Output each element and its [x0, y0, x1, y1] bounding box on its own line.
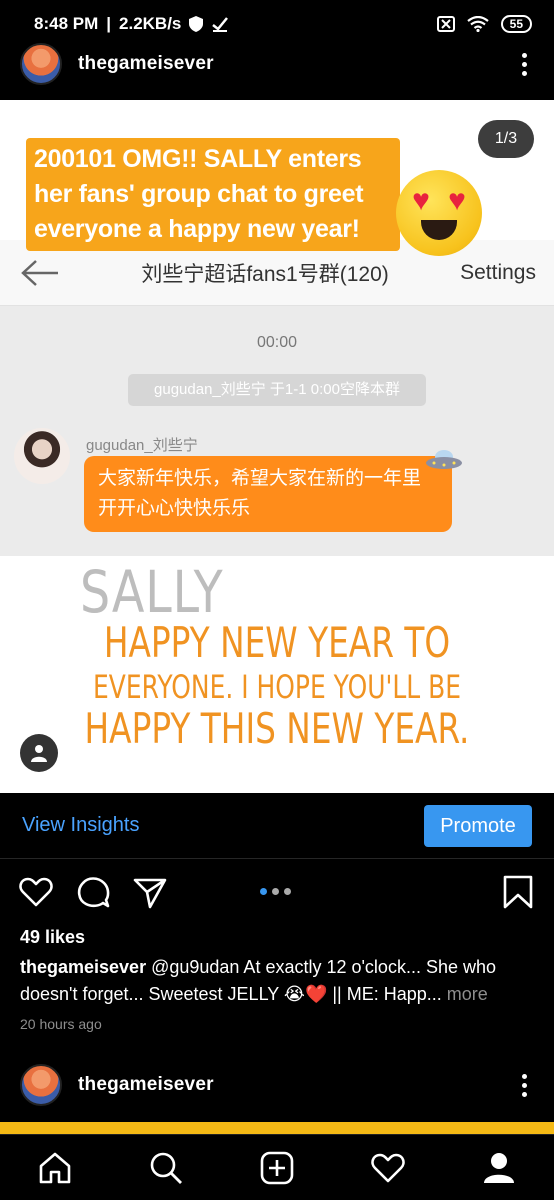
translation-line-2: EVERYONE. I HOPE YOU'LL BE [93, 668, 461, 706]
sender-avatar [14, 428, 70, 484]
tag-user-icon[interactable] [20, 734, 58, 772]
nav-search[interactable] [144, 1146, 188, 1190]
bookmark-icon[interactable] [500, 874, 536, 910]
caption-username[interactable]: thegameisever [20, 957, 146, 977]
profile-icon [483, 1152, 514, 1183]
wifi-icon [466, 16, 489, 32]
carousel-dot [284, 888, 291, 895]
next-post-username[interactable]: thegameisever [78, 1074, 214, 1096]
check-icon [212, 17, 229, 32]
nav-profile[interactable] [477, 1146, 521, 1190]
add-icon [260, 1151, 294, 1184]
promote-button[interactable]: Promote [424, 804, 532, 847]
carousel-dot [272, 888, 279, 895]
caption-more-link[interactable]: more [442, 984, 488, 1004]
avatar[interactable] [20, 43, 62, 85]
bottom-nav [0, 1134, 554, 1200]
image-caption-overlay: 200101 OMG!! SALLY enters her fans' grou… [26, 138, 400, 251]
post-caption: thegameisever @gu9udan At exactly 12 o'c… [20, 954, 540, 1008]
view-insights-link[interactable]: View Insights [22, 814, 139, 837]
activity-icon [371, 1153, 405, 1182]
network-speed: 2.2KB/s [119, 14, 182, 33]
likes-count[interactable]: 49 likes [20, 927, 85, 948]
nav-activity[interactable] [366, 1146, 410, 1190]
post-actions [0, 870, 554, 916]
nav-home[interactable] [33, 1146, 77, 1190]
comment-icon[interactable] [76, 874, 112, 910]
chat-title: 刘些宁超话fans1号群(120) [141, 262, 389, 286]
home-icon [40, 1152, 71, 1183]
message-bubble: 大家新年快乐，希望大家在新的一年里开开心心快快乐乐 [84, 456, 452, 532]
status-time: 8:48 PM [34, 14, 99, 33]
next-post-image[interactable] [0, 1122, 554, 1134]
more-options-icon[interactable] [514, 1073, 534, 1097]
carousel-dot [260, 888, 267, 895]
page-counter: 1/3 [478, 120, 534, 158]
avatar[interactable] [20, 1064, 62, 1106]
chat-area: 00:00 gugudan_刘些宁 于1-1 0:00空降本群 gugudan_… [0, 306, 554, 556]
translation-name: SALLY [80, 558, 224, 626]
ufo-emoji-icon [426, 450, 462, 469]
translation-panel: SALLY HAPPY NEW YEAR TO EVERYONE. I HOPE… [0, 556, 554, 793]
heart-icon[interactable] [18, 874, 54, 910]
share-icon[interactable] [132, 874, 168, 910]
battery-level: 55 [500, 15, 532, 33]
vpn-shield-icon [189, 16, 204, 32]
system-note: gugudan_刘些宁 于1-1 0:00空降本群 [128, 374, 426, 406]
search-icon [150, 1152, 183, 1184]
translation-line-1: HAPPY NEW YEAR TO [103, 618, 451, 667]
chat-settings-label: Settings [460, 260, 536, 284]
translation-line-3: HAPPY THIS NEW YEAR. [84, 704, 470, 753]
more-options-icon[interactable] [514, 52, 534, 76]
post-image[interactable]: 1/3 200101 OMG!! SALLY enters her fans' … [0, 100, 554, 793]
insights-row: View Insights Promote [0, 793, 554, 859]
post-header: thegameisever [0, 38, 554, 90]
nav-add[interactable] [255, 1146, 299, 1190]
heart-eyes-emoji-icon: ♥ ♥ [396, 170, 482, 256]
carousel-indicator [260, 888, 291, 895]
post-username[interactable]: thegameisever [78, 53, 214, 75]
sender-name: gugudan_刘些宁 [86, 437, 198, 454]
chat-time: 00:00 [256, 334, 298, 351]
no-sim-icon [436, 16, 455, 32]
post-timestamp: 20 hours ago [20, 1016, 102, 1032]
next-post-header: thegameisever [0, 1059, 554, 1111]
